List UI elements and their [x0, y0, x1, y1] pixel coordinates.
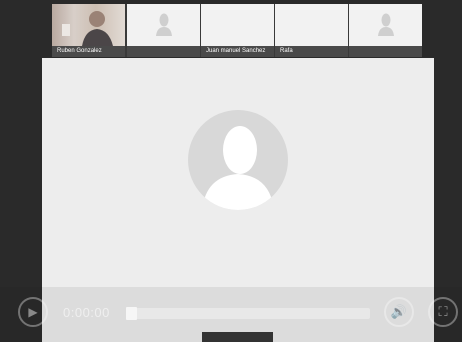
participant-tile-juan-manuel-sanchez[interactable]: Juan manuel Sanchez: [201, 4, 274, 57]
fullscreen-icon: ⛶: [438, 304, 448, 319]
volume-icon: 🔊: [390, 304, 408, 319]
participant-tile[interactable]: [127, 4, 200, 57]
volume-button[interactable]: 🔊: [384, 297, 414, 327]
participant-name: [127, 46, 200, 57]
participant-tile-ruben-gonzalez[interactable]: Ruben Gonzalez: [52, 4, 125, 57]
person-silhouette-icon: [188, 110, 288, 210]
bottom-tab[interactable]: [202, 332, 273, 342]
participant-tile[interactable]: [349, 4, 422, 57]
time-display: 0:00:00: [63, 305, 110, 320]
fullscreen-button[interactable]: ⛶: [428, 297, 458, 327]
participant-name: [349, 46, 422, 57]
participant-strip: Ruben Gonzalez Juan manuel Sanchez Rafa: [52, 4, 422, 57]
participant-name: Rafa: [275, 46, 348, 57]
participant-name: Juan manuel Sanchez: [201, 46, 274, 57]
seek-thumb[interactable]: [126, 307, 137, 320]
participant-video: [52, 4, 125, 46]
play-icon: ▶: [28, 305, 38, 319]
play-button[interactable]: ▶: [18, 297, 48, 327]
seek-bar[interactable]: [126, 307, 370, 320]
participant-name: Ruben Gonzalez: [52, 46, 125, 57]
person-silhouette-icon: [155, 12, 173, 41]
participant-tile-rafa[interactable]: Rafa: [275, 4, 348, 57]
person-silhouette-icon: [377, 12, 395, 41]
